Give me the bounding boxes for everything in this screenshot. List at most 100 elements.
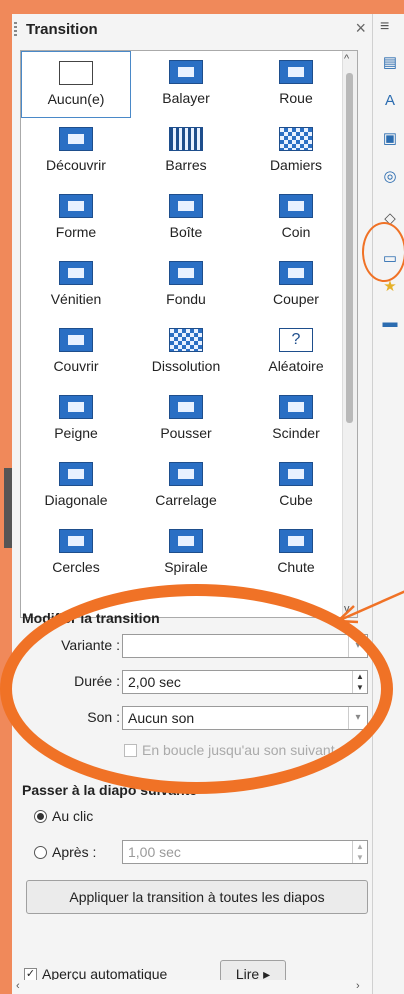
transition-label: Chute [277,559,315,575]
transition-label: Aléatoire [268,358,324,374]
random-icon: ? [279,328,313,352]
on-click-radio[interactable] [34,810,47,823]
apply-to-all-button[interactable]: Appliquer la transition à toutes les dia… [26,880,368,914]
venetian-icon [59,261,93,285]
transition-tile[interactable]: Diagonale [21,453,131,520]
dissolve-icon [169,328,203,352]
cut-icon [279,261,313,285]
scrollbar-thumb[interactable] [346,73,353,423]
after-label: Après : [52,844,97,860]
transition-tile[interactable]: Peigne [21,386,131,453]
after-time-spinbox[interactable]: 1,00 sec ▲ ▼ [122,840,368,864]
transition-tile[interactable]: Pousser [131,386,241,453]
transition-label: Boîte [169,224,203,240]
transition-label: Vénitien [50,291,102,307]
push-icon [169,395,203,419]
transition-tile[interactable]: Balayer [131,51,241,118]
transition-label: Aucun(e) [47,91,105,107]
transition-panel: Transition × Aucun(e) Balayer Roue Découvri… [12,14,372,994]
gallery-icon[interactable]: ▣ [381,130,399,148]
scroll-right-icon[interactable]: › [356,980,360,992]
transition-tile[interactable]: ? Aléatoire [241,319,351,386]
transition-label: Barres [165,157,207,173]
transition-tile[interactable]: Cube [241,453,351,520]
transition-label: Fondu [166,291,206,307]
on-click-label: Au clic [52,808,94,824]
transition-label: Coin [281,224,311,240]
cover-icon [59,328,93,352]
corner-icon [279,194,313,218]
close-icon[interactable]: × [355,18,366,39]
transition-label: Couvrir [53,358,99,374]
diagonal-icon [59,462,93,486]
panel-title: Transition [26,21,98,38]
transition-label: Pousser [160,425,212,441]
transition-label: Couper [273,291,319,307]
master-slides-icon[interactable]: ▬ [381,314,399,332]
transition-tile[interactable]: Spirale [131,520,241,587]
styles-icon[interactable]: A [381,92,399,110]
panel-hscrollbar[interactable]: ‹ › [12,980,372,994]
transition-tile[interactable]: Chute [241,520,351,587]
scroll-up-icon[interactable]: ^ [344,53,349,65]
transition-gallery: Aucun(e) Balayer Roue Découvrir Barres Damier… [20,50,358,618]
transition-label: Spirale [164,559,208,575]
transition-label: Damiers [269,157,323,173]
shape-icon [59,194,93,218]
transition-tile[interactable]: Couvrir [21,319,131,386]
transition-tile[interactable]: Barres [131,118,241,185]
transition-tile[interactable]: Roue [241,51,351,118]
cube-icon [279,462,313,486]
transition-label: Dissolution [151,358,221,374]
transition-tile[interactable]: Carrelage [131,453,241,520]
sidebar-collapse-handle[interactable] [4,468,12,548]
sidebar-tabbar: ≡ ▤ A ▣ ◎ ◇ ▭ ★ ▬ [372,14,404,994]
uncover-icon [59,127,93,151]
transition-tile[interactable]: Coin [241,185,351,252]
transition-label: Balayer [162,90,210,106]
transition-label: Peigne [54,425,98,441]
after-radio[interactable] [34,846,47,859]
navigator-icon[interactable]: ◎ [381,168,399,186]
transition-tile[interactable]: Damiers [241,118,351,185]
panel-titlebar: Transition × [12,14,372,46]
transition-tile[interactable]: Cercles [21,520,131,587]
wipe-icon [169,60,203,84]
transition-tile[interactable]: Dissolution [131,319,241,386]
spin-arrows-icon[interactable]: ▲ ▼ [352,841,367,863]
wheel-icon [279,60,313,84]
spiral-icon [169,529,203,553]
after-time-value: 1,00 sec [128,844,181,860]
transition-label: Cercles [52,559,100,575]
annotation-arrow-icon [334,590,404,624]
drag-grip-icon[interactable] [14,22,17,38]
transition-tile[interactable]: Vénitien [21,252,131,319]
transition-tile[interactable]: Aucun(e) [21,51,131,118]
transition-label: Roue [279,90,313,106]
transition-label: Carrelage [155,492,217,508]
split-icon [279,395,313,419]
transition-label: Découvrir [46,157,106,173]
fade-icon [169,261,203,285]
tiles-icon [169,462,203,486]
bars-icon [169,127,203,151]
annotation-circle [362,222,404,282]
transition-tile[interactable]: Scinder [241,386,351,453]
scroll-left-icon[interactable]: ‹ [16,980,20,992]
comb-icon [59,395,93,419]
circles-icon [59,529,93,553]
transition-label: Forme [55,224,97,240]
transition-tile[interactable]: Couper [241,252,351,319]
transition-label: Diagonale [44,492,108,508]
transition-label: Cube [279,492,313,508]
transition-tile[interactable]: Découvrir [21,118,131,185]
sidebar-menu-icon[interactable]: ≡ [380,18,389,36]
transition-label: Scinder [272,425,320,441]
properties-icon[interactable]: ▤ [381,54,399,72]
transition-grid: Aucun(e) Balayer Roue Découvrir Barres Damier… [21,51,351,587]
box-icon [169,194,203,218]
gallery-scrollbar[interactable]: ^ v [342,51,357,617]
transition-tile[interactable]: Boîte [131,185,241,252]
transition-tile[interactable]: Fondu [131,252,241,319]
transition-tile[interactable]: Forme [21,185,131,252]
